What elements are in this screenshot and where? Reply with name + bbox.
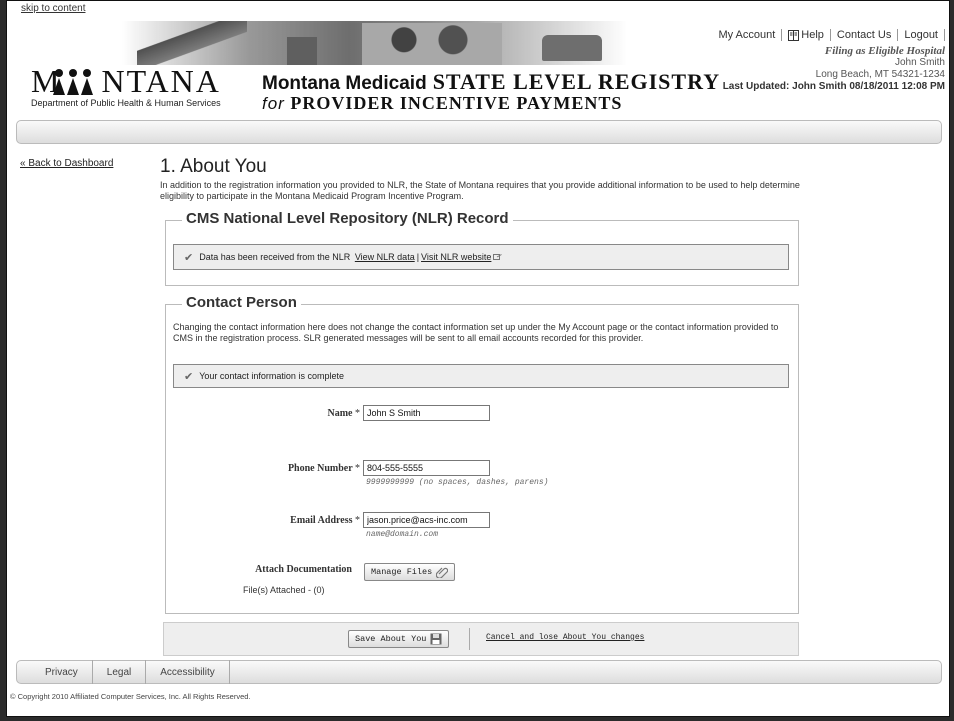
legal-link[interactable]: Legal [93,660,147,684]
help-link[interactable]: Help [782,29,830,41]
page-title: 1. About You [160,156,267,177]
contact-status-message: ✔ Your contact information is complete [173,364,789,388]
contact-us-link[interactable]: Contact Us [831,29,897,41]
logout-link[interactable]: Logout [898,29,944,41]
nlr-status-text: Data has been received from the NLR [199,252,351,262]
action-bar [163,622,799,656]
page-intro: In addition to the registration informat… [160,180,800,201]
name-label: Name * [250,408,361,419]
divider [944,29,945,41]
manage-files-button[interactable]: Manage Files [364,563,456,581]
accessibility-link[interactable]: Accessibility [146,660,230,684]
montana-logo[interactable]: M NTANA Department of Public Health & Hu… [31,63,241,113]
view-nlr-data-link[interactable]: View NLR data [355,252,415,262]
copyright: © Copyright 2010 Affiliated Computer Ser… [10,692,251,701]
site-subtitle-for: for [262,94,285,113]
site-title-prefix: Montana Medicaid [262,73,427,94]
user-name: John Smith [894,57,945,68]
site-title: Montana Medicaid STATE LEVEL REGISTRY [262,69,720,95]
contact-section-legend: Contact Person [182,294,301,311]
email-label: Email Address * [230,515,360,526]
site-subtitle: for PROVIDER INCENTIVE PAYMENTS [262,93,622,114]
people-logo-icon [53,69,93,95]
filing-status: Filing as Eligible Hospital [824,45,945,57]
name-label-text: Name [327,408,353,419]
nlr-link-separator: | [416,252,420,262]
site-subtitle-main: PROVIDER INCENTIVE PAYMENTS [290,93,623,113]
privacy-link[interactable]: Privacy [17,660,93,684]
help-book-icon [788,29,800,41]
email-field[interactable] [363,512,490,528]
back-to-dashboard-link[interactable]: « Back to Dashboard [20,158,113,169]
main-navigation-bar [16,120,942,144]
user-location: Long Beach, MT 54321-1234 [815,69,945,80]
top-navigation: My Account Help Contact Us Logout [712,29,945,41]
save-about-you-button[interactable]: Save About You [348,630,450,648]
visit-nlr-website-link[interactable]: Visit NLR website [421,252,491,262]
header-banner-image [122,21,627,65]
cancel-changes-link[interactable]: Cancel and lose About You changes [486,633,644,642]
external-link-icon [493,253,503,260]
site-title-main: STATE LEVEL REGISTRY [432,69,721,94]
phone-label-text: Phone Number [287,463,353,474]
phone-hint: 9999999999 (no spaces, dashes, parens) [366,478,549,487]
action-divider [469,628,470,650]
last-updated: Last Updated: John Smith 08/18/2011 12:0… [722,81,945,92]
people-graphic [362,23,502,65]
mountain-graphic [137,21,247,65]
floppy-disk-icon [430,633,442,645]
manage-files-label: Manage Files [371,567,433,577]
email-label-text: Email Address [290,515,353,526]
attach-documentation-label: Attach Documentation [255,564,352,575]
checkmark-icon: ✔ [184,370,194,383]
contact-status-text: Your contact information is complete [199,371,344,381]
name-field[interactable] [363,405,490,421]
save-button-label: Save About You [355,634,427,644]
combine-graphic [542,35,602,61]
email-hint: name@domain.com [366,530,439,539]
files-attached-count: File(s) Attached - (0) [243,585,325,595]
checkmark-icon: ✔ [184,251,194,264]
nlr-status-message: ✔ Data has been received from the NLR Vi… [173,244,789,270]
paperclip-icon [436,567,449,578]
header: M NTANA Department of Public Health & Hu… [17,15,951,119]
required-marker: * [355,408,360,419]
contact-description: Changing the contact information here do… [173,322,779,343]
required-marker: * [355,463,360,474]
phone-number-field[interactable] [363,460,490,476]
footer-bar: Privacy Legal Accessibility [16,660,942,684]
my-account-link[interactable]: My Account [712,29,781,41]
skip-to-content-link[interactable]: skip to content [21,3,85,14]
required-marker: * [355,515,360,526]
capitol-graphic [287,37,317,65]
help-link-label: Help [801,29,824,41]
user-info: Filing as Eligible Hospital John Smith L… [723,45,945,93]
phone-label: Phone Number * [230,463,360,474]
logo-department: Department of Public Health & Human Serv… [31,98,221,108]
nlr-section-legend: CMS National Level Repository (NLR) Reco… [182,210,513,227]
